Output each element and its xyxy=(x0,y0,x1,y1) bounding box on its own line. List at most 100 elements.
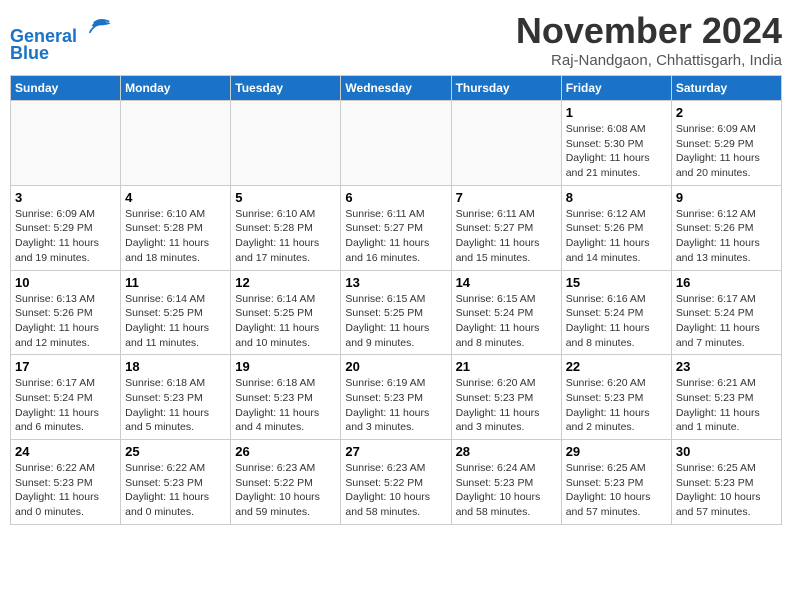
day-number: 20 xyxy=(345,359,446,374)
calendar-day-cell: 15 Sunrise: 6:16 AMSunset: 5:24 PMDayligh… xyxy=(561,270,671,355)
day-info: Sunrise: 6:21 AMSunset: 5:23 PMDaylight:… xyxy=(676,376,777,435)
calendar-day-cell: 22 Sunrise: 6:20 AMSunset: 5:23 PMDayligh… xyxy=(561,355,671,440)
calendar-day-cell: 21 Sunrise: 6:20 AMSunset: 5:23 PMDayligh… xyxy=(451,355,561,440)
day-number: 17 xyxy=(15,359,116,374)
weekday-header: Thursday xyxy=(451,76,561,101)
day-number: 29 xyxy=(566,444,667,459)
day-number: 19 xyxy=(235,359,336,374)
calendar-day-cell: 28 Sunrise: 6:24 AMSunset: 5:23 PMDayligh… xyxy=(451,440,561,525)
location-title: Raj-Nandgaon, Chhattisgarh, India xyxy=(516,52,782,69)
weekday-header: Saturday xyxy=(671,76,781,101)
calendar-day-cell: 25 Sunrise: 6:22 AMSunset: 5:23 PMDayligh… xyxy=(121,440,231,525)
month-title: November 2024 xyxy=(516,10,782,52)
calendar-day-cell: 3 Sunrise: 6:09 AMSunset: 5:29 PMDaylight… xyxy=(11,185,121,270)
day-number: 2 xyxy=(676,105,777,120)
calendar-day-cell: 8Sunrise: 6:12 AMSunset: 5:26 PMDaylight… xyxy=(561,185,671,270)
day-info: Sunrise: 6:20 AMSunset: 5:23 PMDaylight:… xyxy=(456,376,557,435)
day-number: 24 xyxy=(15,444,116,459)
day-info: Sunrise: 6:11 AMSunset: 5:27 PMDaylight:… xyxy=(456,207,557,266)
calendar-day-cell: 24 Sunrise: 6:22 AMSunset: 5:23 PMDayligh… xyxy=(11,440,121,525)
calendar-day-cell: 20 Sunrise: 6:19 AMSunset: 5:23 PMDayligh… xyxy=(341,355,451,440)
day-number: 7 xyxy=(456,190,557,205)
calendar-day-cell: 4Sunrise: 6:10 AMSunset: 5:28 PMDaylight… xyxy=(121,185,231,270)
day-number: 21 xyxy=(456,359,557,374)
day-info: Sunrise: 6:14 AMSunset: 5:25 PMDaylight:… xyxy=(235,292,336,351)
calendar-table: SundayMondayTuesdayWednesdayThursdayFrid… xyxy=(10,75,782,525)
day-info: Sunrise: 6:15 AMSunset: 5:24 PMDaylight:… xyxy=(456,292,557,351)
day-number: 14 xyxy=(456,275,557,290)
calendar-day-cell: 27Sunrise: 6:23 AMSunset: 5:22 PMDayligh… xyxy=(341,440,451,525)
calendar-day-cell xyxy=(451,101,561,186)
logo-bird-icon xyxy=(84,14,112,42)
calendar-day-cell: 17 Sunrise: 6:17 AMSunset: 5:24 PMDayligh… xyxy=(11,355,121,440)
day-number: 11 xyxy=(125,275,226,290)
day-number: 12 xyxy=(235,275,336,290)
header: General Blue November 2024 Raj-Nandgaon,… xyxy=(10,10,782,69)
calendar-day-cell: 12 Sunrise: 6:14 AMSunset: 5:25 PMDayligh… xyxy=(231,270,341,355)
weekday-header: Friday xyxy=(561,76,671,101)
calendar-day-cell: 14 Sunrise: 6:15 AMSunset: 5:24 PMDayligh… xyxy=(451,270,561,355)
day-number: 8 xyxy=(566,190,667,205)
day-info: Sunrise: 6:20 AMSunset: 5:23 PMDaylight:… xyxy=(566,376,667,435)
day-info: Sunrise: 6:14 AMSunset: 5:25 PMDaylight:… xyxy=(125,292,226,351)
calendar-day-cell: 10 Sunrise: 6:13 AMSunset: 5:26 PMDayligh… xyxy=(11,270,121,355)
logo: General Blue xyxy=(10,14,112,64)
calendar-day-cell xyxy=(11,101,121,186)
day-number: 10 xyxy=(15,275,116,290)
weekday-header: Wednesday xyxy=(341,76,451,101)
day-info: Sunrise: 6:23 AMSunset: 5:22 PMDaylight:… xyxy=(235,461,336,520)
day-number: 25 xyxy=(125,444,226,459)
day-number: 15 xyxy=(566,275,667,290)
day-info: Sunrise: 6:12 AMSunset: 5:26 PMDaylight:… xyxy=(676,207,777,266)
day-number: 5 xyxy=(235,190,336,205)
weekday-header: Sunday xyxy=(11,76,121,101)
calendar-day-cell: 29 Sunrise: 6:25 AMSunset: 5:23 PMDayligh… xyxy=(561,440,671,525)
day-info: Sunrise: 6:09 AMSunset: 5:29 PMDaylight:… xyxy=(676,122,777,181)
calendar-day-cell: 11 Sunrise: 6:14 AMSunset: 5:25 PMDayligh… xyxy=(121,270,231,355)
calendar-day-cell: 6 Sunrise: 6:11 AMSunset: 5:27 PMDaylight… xyxy=(341,185,451,270)
day-info: Sunrise: 6:10 AMSunset: 5:28 PMDaylight:… xyxy=(125,207,226,266)
day-info: Sunrise: 6:25 AMSunset: 5:23 PMDaylight:… xyxy=(676,461,777,520)
day-number: 22 xyxy=(566,359,667,374)
day-info: Sunrise: 6:13 AMSunset: 5:26 PMDaylight:… xyxy=(15,292,116,351)
day-number: 18 xyxy=(125,359,226,374)
calendar-day-cell: 18 Sunrise: 6:18 AMSunset: 5:23 PMDayligh… xyxy=(121,355,231,440)
day-info: Sunrise: 6:09 AMSunset: 5:29 PMDaylight:… xyxy=(15,207,116,266)
day-number: 3 xyxy=(15,190,116,205)
calendar-day-cell: 19Sunrise: 6:18 AMSunset: 5:23 PMDayligh… xyxy=(231,355,341,440)
calendar-week-row: 1Sunrise: 6:08 AMSunset: 5:30 PMDaylight… xyxy=(11,101,782,186)
day-number: 9 xyxy=(676,190,777,205)
calendar-day-cell: 7 Sunrise: 6:11 AMSunset: 5:27 PMDaylight… xyxy=(451,185,561,270)
calendar-day-cell: 2 Sunrise: 6:09 AMSunset: 5:29 PMDaylight… xyxy=(671,101,781,186)
day-info: Sunrise: 6:22 AMSunset: 5:23 PMDaylight:… xyxy=(15,461,116,520)
day-info: Sunrise: 6:18 AMSunset: 5:23 PMDaylight:… xyxy=(125,376,226,435)
day-number: 16 xyxy=(676,275,777,290)
day-info: Sunrise: 6:19 AMSunset: 5:23 PMDaylight:… xyxy=(345,376,446,435)
calendar-day-cell: 30 Sunrise: 6:25 AMSunset: 5:23 PMDayligh… xyxy=(671,440,781,525)
day-info: Sunrise: 6:17 AMSunset: 5:24 PMDaylight:… xyxy=(15,376,116,435)
weekday-header: Monday xyxy=(121,76,231,101)
calendar-day-cell: 13 Sunrise: 6:15 AMSunset: 5:25 PMDayligh… xyxy=(341,270,451,355)
calendar-day-cell: 9 Sunrise: 6:12 AMSunset: 5:26 PMDaylight… xyxy=(671,185,781,270)
day-info: Sunrise: 6:16 AMSunset: 5:24 PMDaylight:… xyxy=(566,292,667,351)
day-number: 27 xyxy=(345,444,446,459)
calendar-day-cell: 16Sunrise: 6:17 AMSunset: 5:24 PMDayligh… xyxy=(671,270,781,355)
day-number: 23 xyxy=(676,359,777,374)
day-info: Sunrise: 6:10 AMSunset: 5:28 PMDaylight:… xyxy=(235,207,336,266)
day-number: 28 xyxy=(456,444,557,459)
calendar-day-cell: 5 Sunrise: 6:10 AMSunset: 5:28 PMDaylight… xyxy=(231,185,341,270)
day-number: 13 xyxy=(345,275,446,290)
day-info: Sunrise: 6:11 AMSunset: 5:27 PMDaylight:… xyxy=(345,207,446,266)
day-info: Sunrise: 6:15 AMSunset: 5:25 PMDaylight:… xyxy=(345,292,446,351)
day-info: Sunrise: 6:24 AMSunset: 5:23 PMDaylight:… xyxy=(456,461,557,520)
day-info: Sunrise: 6:25 AMSunset: 5:23 PMDaylight:… xyxy=(566,461,667,520)
calendar-week-row: 3 Sunrise: 6:09 AMSunset: 5:29 PMDaylight… xyxy=(11,185,782,270)
day-info: Sunrise: 6:08 AMSunset: 5:30 PMDaylight:… xyxy=(566,122,667,181)
day-number: 30 xyxy=(676,444,777,459)
calendar-week-row: 10 Sunrise: 6:13 AMSunset: 5:26 PMDayligh… xyxy=(11,270,782,355)
day-info: Sunrise: 6:22 AMSunset: 5:23 PMDaylight:… xyxy=(125,461,226,520)
calendar-week-row: 24 Sunrise: 6:22 AMSunset: 5:23 PMDayligh… xyxy=(11,440,782,525)
calendar-header-row: SundayMondayTuesdayWednesdayThursdayFrid… xyxy=(11,76,782,101)
day-number: 6 xyxy=(345,190,446,205)
logo-text: General xyxy=(10,14,112,47)
